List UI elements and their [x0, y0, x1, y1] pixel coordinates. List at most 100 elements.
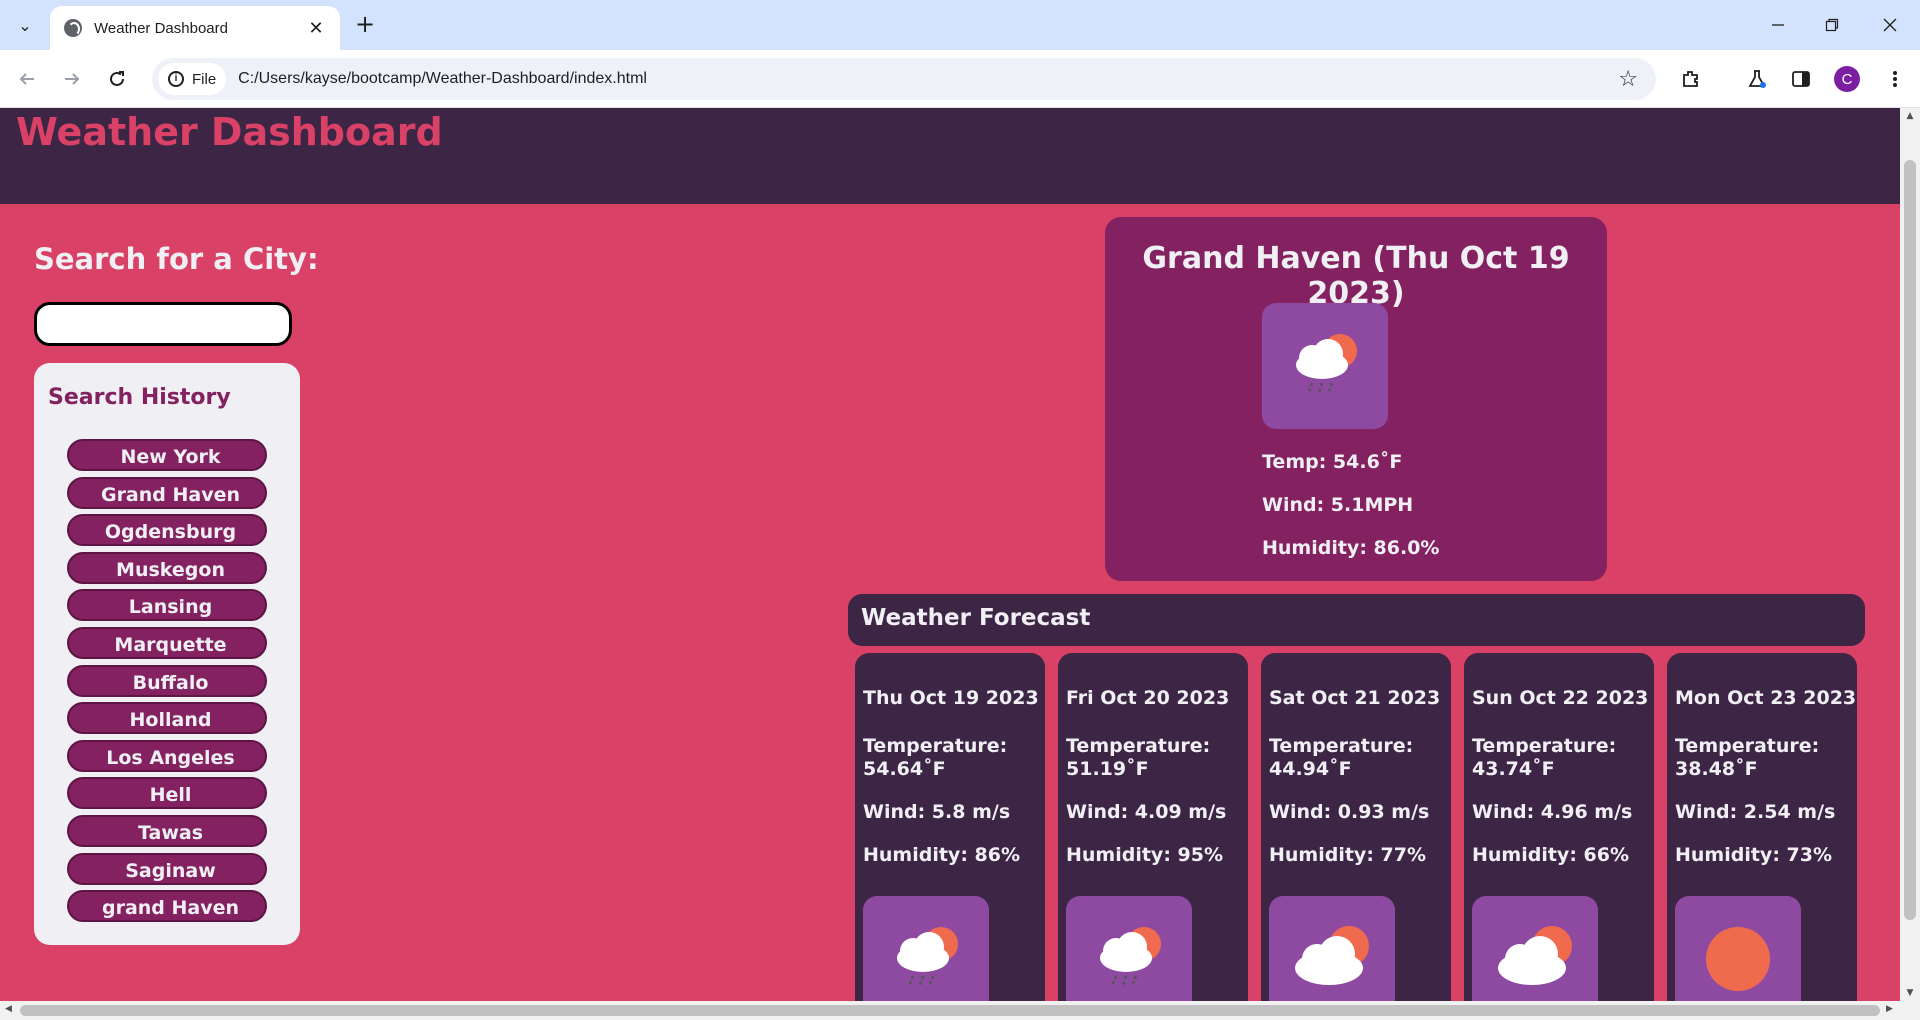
horizontal-scroll-thumb[interactable] [20, 1005, 1880, 1016]
forecast-temperature-label: Temperature: [1066, 735, 1211, 757]
forecast-humidity: Humidity: 86% [863, 844, 1021, 866]
side-panel-icon[interactable] [1786, 64, 1816, 94]
forecast-temperature-label: Temperature: [863, 735, 1008, 757]
forward-arrow-icon[interactable] [57, 64, 87, 94]
forecast-wind: Wind: 4.09 m/s [1066, 801, 1227, 823]
forecast-day-card: Thu Oct 19 2023 Temperature: 54.64˚F Wind: … [855, 653, 1045, 1001]
more-options-icon[interactable] [1880, 64, 1910, 94]
forecast-humidity: Humidity: 73% [1675, 844, 1833, 866]
new-tab-button[interactable]: + [352, 12, 378, 38]
history-city-button[interactable]: Buffalo [67, 664, 267, 697]
forecast-temperature: Temperature: 43.74˚F [1472, 735, 1642, 781]
page-title: Weather Dashboard [16, 110, 443, 154]
forecast-temperature-label: Temperature: [1472, 735, 1617, 757]
history-city-button[interactable]: New York [67, 439, 267, 471]
forecast-day-card: Sun Oct 22 2023 Temperature: 43.74˚F Wind: … [1464, 653, 1654, 1001]
sun-icon [1675, 896, 1801, 1001]
forecast-humidity: Humidity: 77% [1269, 844, 1427, 866]
forecast-date: Sun Oct 22 2023 [1472, 687, 1649, 709]
history-city-button[interactable]: Hell [67, 777, 267, 810]
forecast-temperature: Temperature: 51.19˚F [1066, 735, 1236, 781]
scroll-down-arrow-icon[interactable]: ▼ [1904, 988, 1916, 998]
forecast-temperature: Temperature: 44.94˚F [1269, 735, 1439, 781]
bookmark-star-icon[interactable]: ☆ [1618, 67, 1638, 92]
search-history-panel: Search History New York Grand Haven Ogdens… [34, 363, 300, 945]
forecast-day-card: Mon Oct 23 2023 Temperature: 38.48˚F Wind: … [1667, 653, 1857, 1001]
cloud-sun-icon [1269, 896, 1395, 1001]
search-history-title: Search History [48, 385, 231, 410]
restore-icon[interactable] [1808, 10, 1856, 40]
forecast-date: Fri Oct 20 2023 [1066, 687, 1230, 709]
current-weather-card: Grand Haven (Thu Oct 19 2023) Temp: 54.6… [1105, 217, 1607, 581]
browser-tab-bar: ⌄ Weather Dashboard ✕ + [0, 0, 1920, 50]
history-city-button[interactable]: grand Haven [67, 890, 267, 923]
city-search-input[interactable] [34, 302, 292, 346]
rain-cloud-sun-icon [863, 896, 989, 1001]
forecast-wind: Wind: 2.54 m/s [1675, 801, 1836, 823]
forecast-title: Weather Forecast [861, 605, 1091, 631]
labs-flask-icon[interactable] [1742, 64, 1772, 94]
page-viewport: Weather Dashboard Search for a City: Sea… [0, 108, 1900, 1001]
history-city-button[interactable]: Grand Haven [67, 476, 267, 509]
history-city-button[interactable]: Saginaw [67, 852, 267, 885]
scroll-up-arrow-icon[interactable]: ▲ [1904, 111, 1916, 121]
forecast-wind: Wind: 5.8 m/s [863, 801, 1011, 823]
horizontal-scrollbar[interactable]: ◀ ▶ [0, 1001, 1920, 1020]
forecast-wind: Wind: 0.93 m/s [1269, 801, 1430, 823]
history-city-button[interactable]: Tawas [67, 814, 267, 847]
minimize-icon[interactable] [1754, 10, 1802, 40]
forecast-temperature-value: 51.19˚F [1066, 758, 1149, 780]
address-bar[interactable]: i File C:/Users/kayse/bootcamp/Weather-D… [152, 58, 1656, 100]
info-icon: i [168, 71, 184, 87]
forecast-date: Sat Oct 21 2023 [1269, 687, 1441, 709]
forecast-temperature: Temperature: 38.48˚F [1675, 735, 1845, 781]
chevron-down-icon: ⌄ [18, 15, 32, 35]
forecast-humidity: Humidity: 66% [1472, 844, 1630, 866]
scroll-left-arrow-icon[interactable]: ◀ [5, 1004, 12, 1014]
profile-avatar[interactable]: C [1834, 66, 1860, 92]
tab-search-menu-button[interactable]: ⌄ [10, 11, 40, 39]
history-city-button[interactable]: Muskegon [67, 551, 267, 584]
rain-cloud-sun-icon [1066, 896, 1192, 1001]
forecast-day-card: Sat Oct 21 2023 Temperature: 44.94˚F Wind: … [1261, 653, 1451, 1001]
search-history-list: New York Grand Haven Ogdensburg Muskegon Lan… [67, 439, 267, 928]
forecast-temperature-label: Temperature: [1269, 735, 1414, 757]
close-window-icon[interactable] [1866, 10, 1914, 40]
extensions-icon[interactable] [1676, 64, 1706, 94]
scroll-right-arrow-icon[interactable]: ▶ [1886, 1004, 1893, 1014]
close-tab-icon[interactable]: ✕ [306, 18, 326, 39]
history-city-button[interactable]: Marquette [67, 626, 267, 659]
forecast-date: Thu Oct 19 2023 [863, 687, 1039, 709]
history-city-button[interactable]: Ogdensburg [67, 514, 267, 547]
forecast-humidity: Humidity: 95% [1066, 844, 1224, 866]
forecast-temperature-value: 54.64˚F [863, 758, 946, 780]
history-city-button[interactable]: Lansing [67, 589, 267, 622]
forecast-temperature-value: 38.48˚F [1675, 758, 1758, 780]
site-chip-label: File [192, 70, 217, 88]
page-header: Weather Dashboard [0, 108, 1900, 204]
forecast-wind: Wind: 4.96 m/s [1472, 801, 1633, 823]
history-city-button[interactable]: Holland [67, 702, 267, 735]
forecast-temperature-label: Temperature: [1675, 735, 1820, 757]
vertical-scroll-thumb[interactable] [1904, 160, 1916, 920]
url-text[interactable]: C:/Users/kayse/bootcamp/Weather-Dashboar… [238, 70, 1618, 88]
forecast-temperature-value: 43.74˚F [1472, 758, 1555, 780]
forecast-date: Mon Oct 23 2023 [1675, 687, 1857, 709]
history-city-button[interactable]: Los Angeles [67, 739, 267, 772]
cloud-sun-icon [1472, 896, 1598, 1001]
current-wind: Wind: 5.1MPH [1262, 494, 1414, 516]
back-arrow-icon[interactable] [12, 64, 42, 94]
current-humidity: Humidity: 86.0% [1262, 537, 1440, 559]
rain-cloud-sun-icon [1262, 303, 1388, 429]
site-info-chip[interactable]: i File [158, 63, 227, 95]
globe-icon [64, 19, 82, 37]
current-temp: Temp: 54.6˚F [1262, 451, 1403, 473]
browser-toolbar: i File C:/Users/kayse/bootcamp/Weather-D… [0, 50, 1920, 108]
current-weather-title: Grand Haven (Thu Oct 19 2023) [1142, 241, 1570, 311]
forecast-temperature: Temperature: 54.64˚F [863, 735, 1033, 781]
browser-tab[interactable]: Weather Dashboard ✕ [50, 6, 340, 50]
search-label: Search for a City: [34, 242, 319, 276]
tab-title: Weather Dashboard [94, 19, 228, 37]
reload-icon[interactable] [102, 64, 132, 94]
vertical-scrollbar[interactable]: ▲ ▼ [1900, 108, 1920, 1001]
